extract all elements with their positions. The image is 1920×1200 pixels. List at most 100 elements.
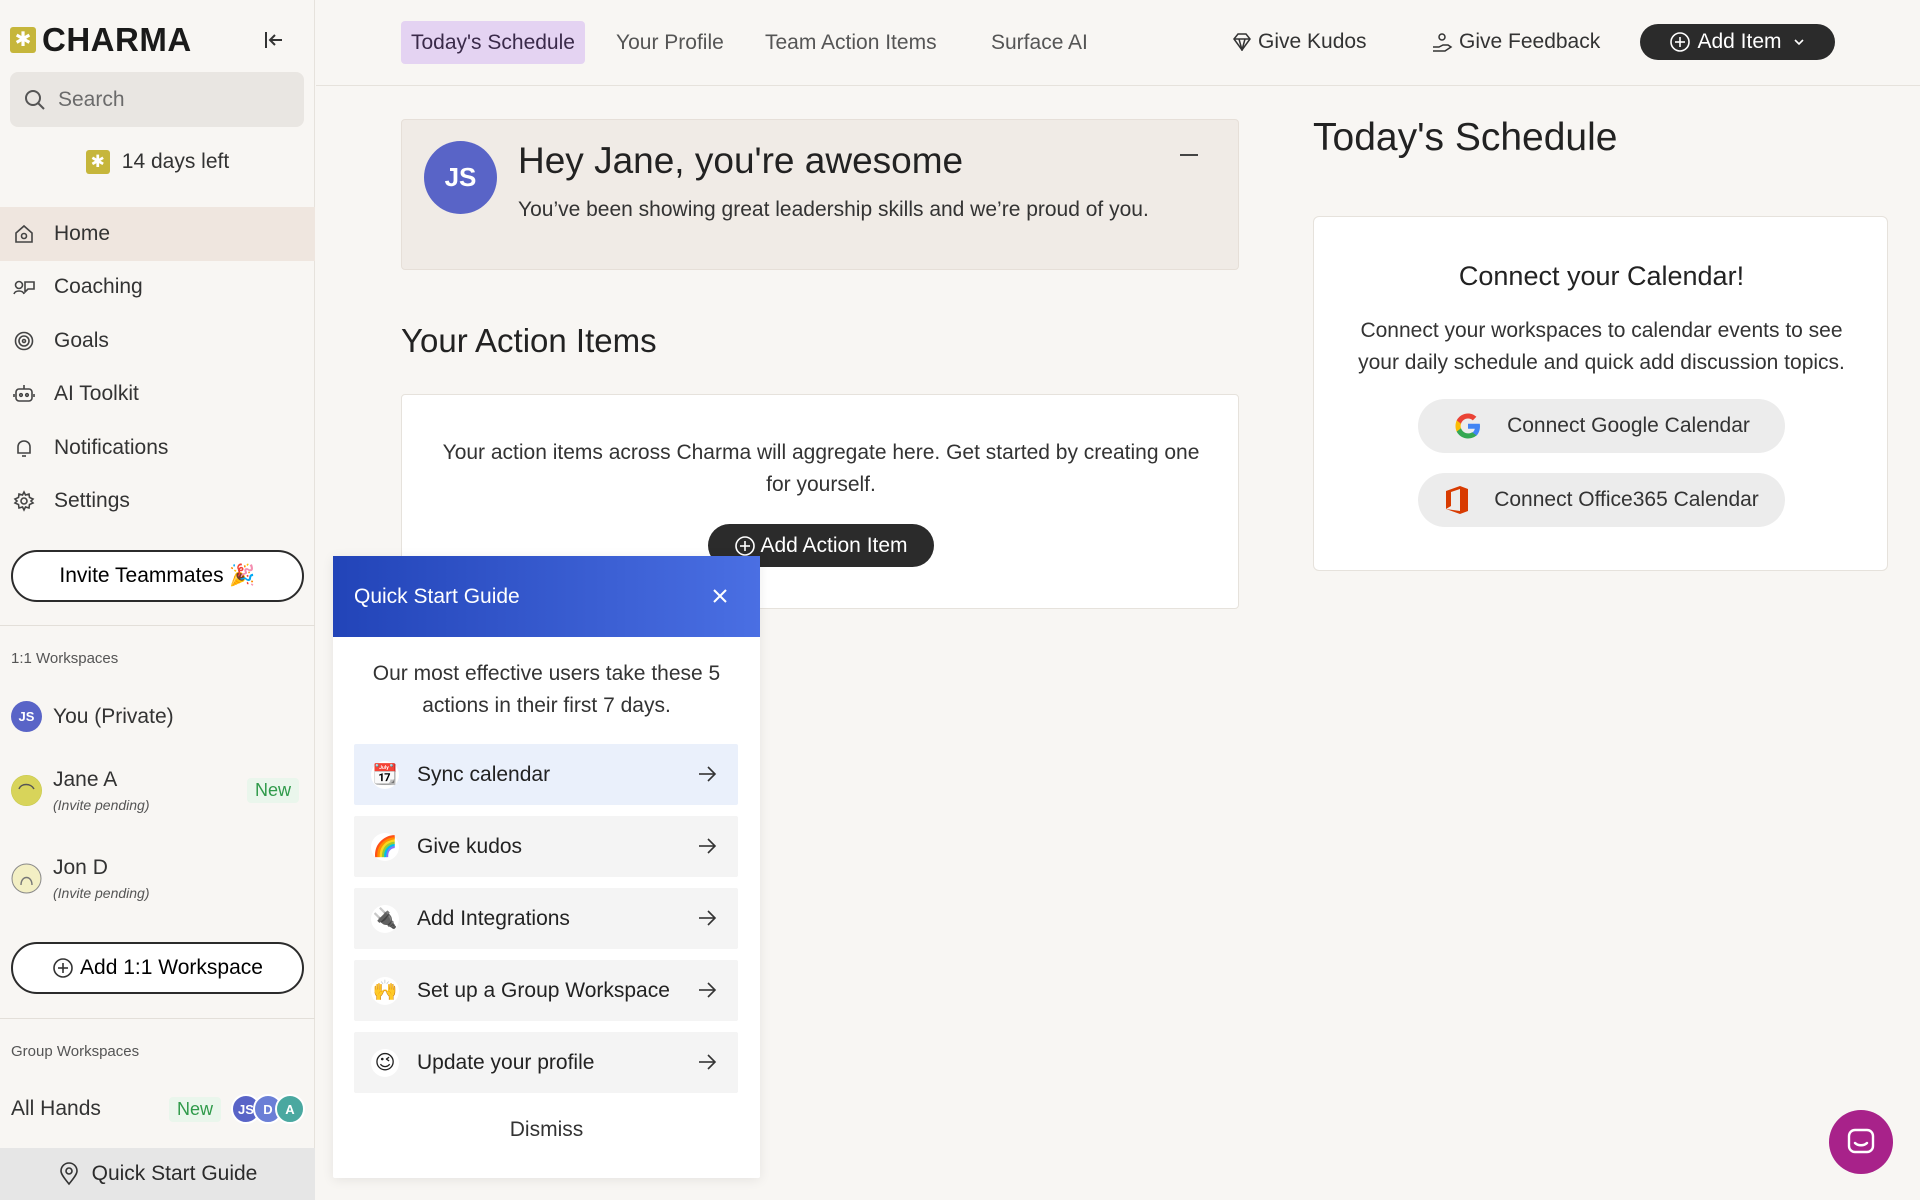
quick-start-item-label: Update your profile	[417, 1050, 595, 1074]
close-button[interactable]	[708, 584, 732, 608]
collapse-left-icon	[265, 32, 282, 48]
add-workspace-button[interactable]: Add 1:1 Workspace	[11, 942, 304, 994]
add-workspace-label: Add 1:1 Workspace	[80, 956, 263, 979]
praise-subtitle: You’ve been showing great leadership ski…	[518, 198, 1149, 221]
minimize-button[interactable]	[1180, 154, 1198, 156]
praise-title: Hey Jane, you're awesome	[518, 140, 964, 181]
sidebar-nav: Home Coaching Goals AI Toolkit Notificat…	[0, 207, 315, 528]
location-pin-icon	[59, 1162, 78, 1186]
give-feedback-label: Give Feedback	[1459, 30, 1601, 53]
invite-teammates-button[interactable]: Invite Teammates 🎉	[11, 550, 304, 602]
quick-start-item-label: Sync calendar	[417, 762, 551, 786]
group-workspace-all-hands[interactable]: All Hands New JS D A	[11, 1094, 305, 1124]
workspace-status: (Invite pending)	[53, 885, 150, 901]
sidebar: ✱ CHARMA ✱ 14 days left Home Coaching Go…	[0, 0, 315, 1200]
workspace-name: Jon D	[53, 856, 108, 879]
connect-office-label: Connect Office365 Calendar	[1494, 488, 1759, 511]
tab-your-profile[interactable]: Your Profile	[606, 21, 734, 64]
workspace-text: Jon D (Invite pending)	[53, 856, 150, 901]
avatar: JS	[424, 141, 497, 214]
quick-start-guide-button[interactable]: Quick Start Guide	[0, 1148, 315, 1200]
section-label-1on1: 1:1 Workspaces	[11, 650, 119, 667]
arrow-right-icon	[699, 1054, 717, 1070]
workspace-name: All Hands	[11, 1097, 101, 1120]
sidebar-item-settings[interactable]: Settings	[0, 475, 315, 529]
quick-start-item-label: Give kudos	[417, 834, 523, 858]
sidebar-item-ai-toolkit[interactable]: AI Toolkit	[0, 368, 315, 422]
workspace-item-jon[interactable]: Jon D (Invite pending)	[11, 856, 305, 901]
workspace-name: You (Private)	[53, 704, 174, 728]
quick-start-item-add-integrations[interactable]: 🔌 Add Integrations	[354, 888, 738, 949]
avatar	[11, 863, 42, 894]
sidebar-item-home[interactable]: Home	[0, 207, 315, 261]
trial-status: ✱ 14 days left	[0, 150, 315, 174]
schedule-title: Today's Schedule	[1313, 116, 1618, 159]
sidebar-item-label: Settings	[54, 489, 130, 513]
sidebar-item-label: AI Toolkit	[54, 382, 139, 406]
section-label-group: Group Workspaces	[11, 1043, 140, 1060]
quick-start-label: Quick Start Guide	[91, 1162, 258, 1185]
bell-icon	[12, 436, 36, 460]
sidebar-item-notifications[interactable]: Notifications	[0, 421, 315, 475]
trial-days-left: 14 days left	[121, 150, 230, 173]
tab-team-action-items[interactable]: Team Action Items	[755, 21, 947, 64]
feedback-hand-icon	[1431, 32, 1453, 52]
give-feedback-button[interactable]: Give Feedback	[1431, 24, 1600, 60]
search-input[interactable]	[58, 87, 278, 112]
chat-support-button[interactable]	[1829, 1110, 1893, 1174]
dismiss-button[interactable]: Dismiss	[333, 1118, 760, 1142]
member-avatars: JS D A	[231, 1094, 305, 1124]
give-kudos-label: Give Kudos	[1258, 30, 1367, 53]
add-item-button[interactable]: Add Item	[1640, 24, 1835, 60]
tab-surface-ai[interactable]: Surface AI	[981, 21, 1098, 64]
quick-start-item-update-profile[interactable]: 😉 Update your profile	[354, 1032, 738, 1093]
workspace-item-jane[interactable]: Jane A (Invite pending) New	[11, 768, 305, 813]
sidebar-item-label: Home	[54, 221, 111, 245]
plus-circle-icon	[53, 958, 73, 978]
connect-calendar-title: Connect your Calendar!	[1458, 261, 1745, 291]
quick-start-item-group-workspace[interactable]: 🙌 Set up a Group Workspace	[354, 960, 738, 1021]
sidebar-item-coaching[interactable]: Coaching	[0, 261, 315, 315]
avatar-face-icon	[11, 775, 42, 806]
search-icon	[25, 89, 45, 110]
avatar	[11, 775, 42, 806]
tab-todays-schedule[interactable]: Today's Schedule	[401, 21, 585, 64]
give-kudos-button[interactable]: Give Kudos	[1232, 24, 1367, 60]
google-logo-icon	[1453, 411, 1483, 441]
connect-office365-calendar-button[interactable]: Connect Office365 Calendar	[1418, 473, 1785, 527]
workspace-status: (Invite pending)	[53, 797, 150, 813]
sidebar-item-goals[interactable]: Goals	[0, 314, 315, 368]
chat-icon	[1847, 1128, 1875, 1154]
connect-google-calendar-button[interactable]: Connect Google Calendar	[1418, 399, 1785, 453]
logo[interactable]: ✱ CHARMA	[10, 21, 300, 58]
workspace-text: Jane A (Invite pending)	[53, 768, 150, 813]
office-logo-icon	[1444, 485, 1470, 515]
avatar: A	[275, 1094, 305, 1124]
plus-circle-icon	[1670, 32, 1691, 52]
arrow-right-icon	[699, 838, 717, 854]
action-items-empty-text: Your action items across Charma will agg…	[442, 441, 1200, 496]
arrow-right-icon	[699, 982, 717, 998]
arrow-right-icon	[699, 910, 717, 926]
add-action-item-label: Add Action Item	[760, 533, 908, 557]
search-box[interactable]	[10, 72, 304, 127]
rainbow-icon: 🌈	[371, 832, 399, 861]
diamond-icon	[1232, 33, 1252, 51]
arrow-right-icon	[699, 766, 717, 782]
collapse-sidebar-button[interactable]	[260, 26, 288, 54]
close-icon	[713, 589, 727, 603]
new-badge: New	[246, 778, 299, 803]
new-badge: New	[168, 1096, 221, 1122]
quick-start-item-sync-calendar[interactable]: 📆 Sync calendar	[354, 744, 738, 805]
quick-start-item-label: Add Integrations	[417, 906, 570, 930]
plug-icon: 🔌	[371, 904, 399, 933]
sidebar-item-label: Goals	[54, 328, 109, 352]
raised-hands-icon: 🙌	[371, 976, 399, 1005]
charma-logo-icon: ✱	[10, 27, 36, 53]
sidebar-item-label: Coaching	[54, 275, 143, 299]
gear-icon	[12, 489, 36, 513]
avatar: JS	[11, 701, 42, 732]
quick-start-item-give-kudos[interactable]: 🌈 Give kudos	[354, 816, 738, 877]
workspace-item-private[interactable]: JS You (Private)	[11, 701, 305, 732]
connect-calendar-card: Connect your Calendar! Connect your work…	[1313, 216, 1888, 571]
